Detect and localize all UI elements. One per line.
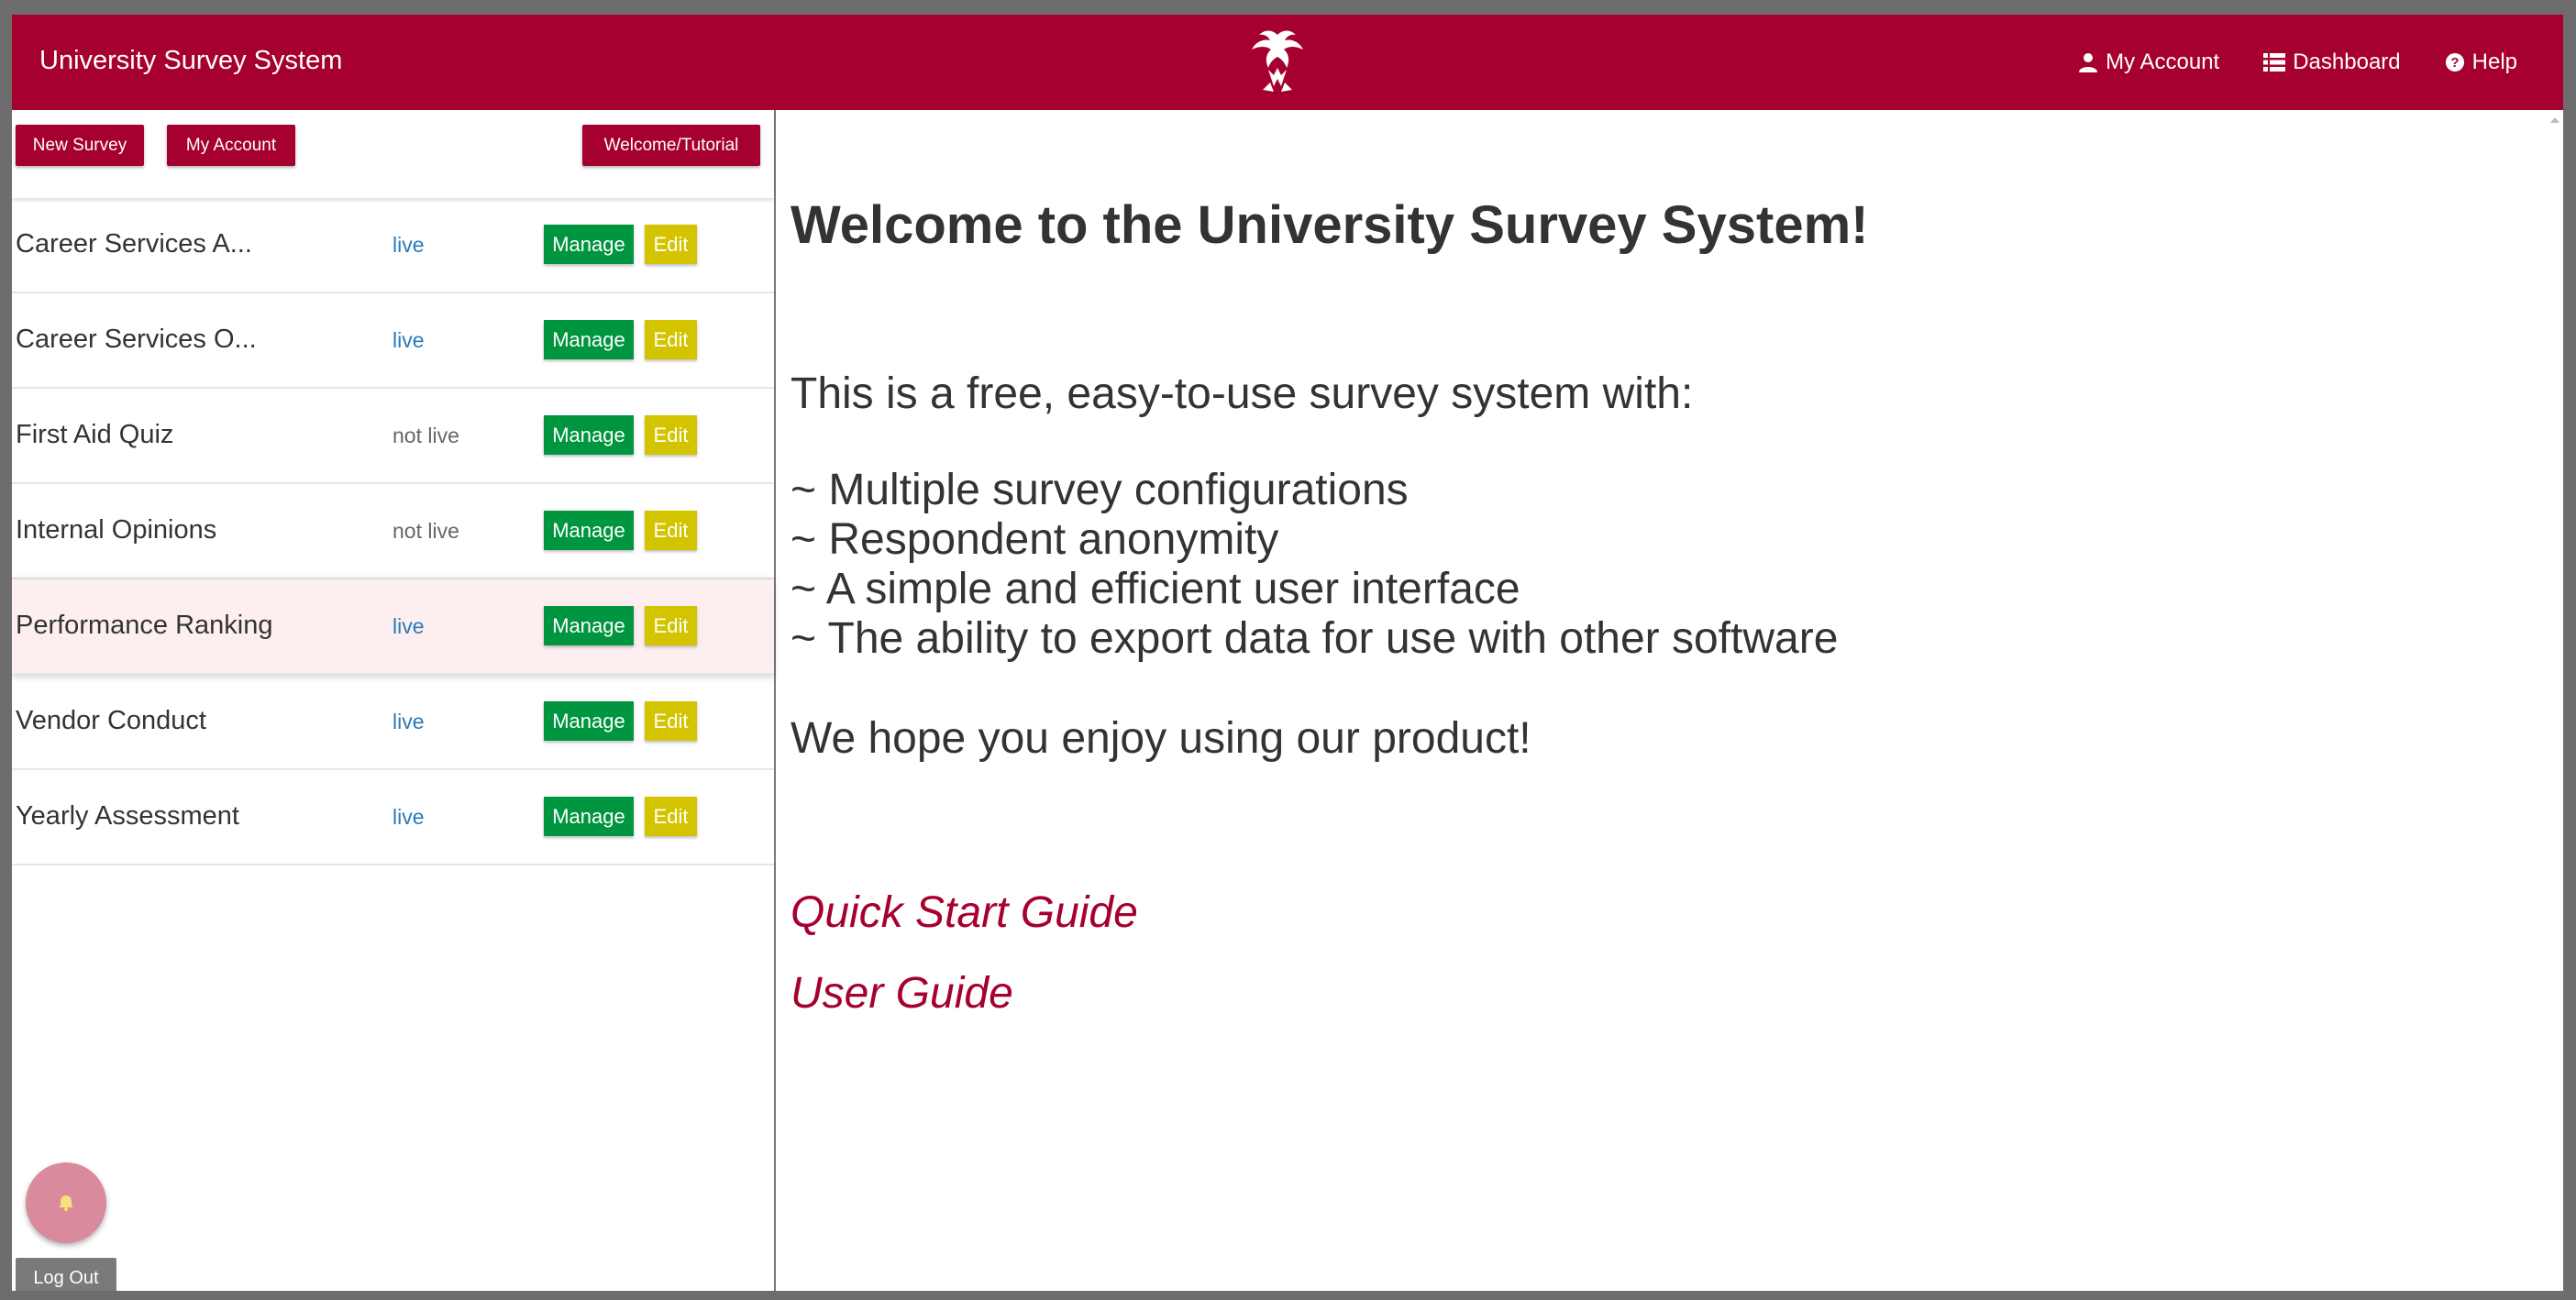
top-nav: My Account Dashboard ? Help [2078, 15, 2517, 110]
survey-status: live [392, 233, 425, 257]
survey-name[interactable]: Career Services A... [16, 229, 252, 259]
welcome-tutorial-button[interactable]: Welcome/Tutorial [582, 125, 760, 166]
manage-button[interactable]: Manage [544, 320, 634, 359]
notifications-button[interactable] [26, 1162, 106, 1243]
nav-my-account[interactable]: My Account [2078, 50, 2219, 75]
feature-item: ~ Respondent anonymity [790, 515, 1279, 564]
user-guide-link[interactable]: User Guide [790, 968, 1013, 1019]
manage-button[interactable]: Manage [544, 415, 634, 455]
survey-row[interactable]: Internal Opinions not live Manage Edit [12, 484, 774, 579]
survey-status: live [392, 328, 425, 352]
svg-text:?: ? [2450, 55, 2459, 71]
brand-title[interactable]: University Survey System [39, 46, 342, 76]
new-survey-button[interactable]: New Survey [16, 125, 144, 166]
page-title: Welcome to the University Survey System! [790, 195, 1869, 255]
survey-row[interactable]: First Aid Quiz not live Manage Edit [12, 389, 774, 484]
nav-help-label: Help [2471, 50, 2517, 74]
nav-my-account-label: My Account [2106, 50, 2220, 74]
user-icon [2079, 53, 2098, 72]
survey-row[interactable]: Career Services O... live Manage Edit [12, 293, 774, 389]
survey-name[interactable]: Career Services O... [16, 325, 257, 355]
manage-button[interactable]: Manage [544, 511, 634, 550]
manage-button[interactable]: Manage [544, 225, 634, 264]
feature-item: ~ Multiple survey configurations [790, 466, 1409, 514]
edit-button[interactable]: Edit [645, 320, 697, 359]
intro-text: This is a free, easy-to-use survey syste… [790, 369, 1694, 418]
survey-row[interactable]: Vendor Conduct live Manage Edit [12, 675, 774, 770]
top-navbar: University Survey System My Account Dash… [12, 15, 2563, 110]
app-window: University Survey System My Account Dash… [12, 15, 2563, 1291]
feature-list: ~ Multiple survey configurations ~ Respo… [790, 466, 1838, 664]
manage-button[interactable]: Manage [544, 606, 634, 645]
quick-start-guide-link[interactable]: Quick Start Guide [790, 887, 1138, 938]
edit-button[interactable]: Edit [645, 511, 697, 550]
edit-button[interactable]: Edit [645, 797, 697, 836]
survey-name[interactable]: First Aid Quiz [16, 420, 173, 450]
survey-name[interactable]: Yearly Assessment [16, 801, 239, 832]
main-content: Welcome to the University Survey System!… [790, 110, 2551, 1291]
survey-status: live [392, 614, 425, 638]
logout-button[interactable]: Log Out [16, 1258, 116, 1291]
survey-name[interactable]: Internal Opinions [16, 515, 216, 545]
nav-dashboard[interactable]: Dashboard [2263, 50, 2401, 75]
edit-button[interactable]: Edit [645, 606, 697, 645]
survey-row-selected[interactable]: Performance Ranking live Manage Edit [12, 579, 774, 675]
nav-dashboard-label: Dashboard [2293, 50, 2401, 74]
survey-list: Career Services A... live Manage Edit Ca… [12, 198, 774, 865]
survey-name[interactable]: Vendor Conduct [16, 706, 206, 736]
edit-button[interactable]: Edit [645, 225, 697, 264]
manage-button[interactable]: Manage [544, 797, 634, 836]
survey-status: not live [392, 424, 459, 447]
edit-button[interactable]: Edit [645, 415, 697, 455]
survey-status: not live [392, 519, 459, 543]
bell-icon [59, 1195, 73, 1211]
my-account-button[interactable]: My Account [167, 125, 295, 166]
edit-button[interactable]: Edit [645, 701, 697, 741]
survey-name[interactable]: Performance Ranking [16, 611, 272, 641]
scrollbar-arrow-icon[interactable] [2547, 110, 2563, 138]
manage-button[interactable]: Manage [544, 701, 634, 741]
feature-item: ~ A simple and efficient user interface [790, 565, 1520, 613]
feature-item: ~ The ability to export data for use wit… [790, 614, 1839, 663]
survey-status: live [392, 805, 425, 829]
list-icon [2263, 53, 2286, 72]
closing-text: We hope you enjoy using our product! [790, 714, 1531, 763]
sidebar-toolbar: New Survey My Account Welcome/Tutorial [12, 110, 774, 198]
nav-help[interactable]: ? Help [2445, 50, 2517, 75]
eagle-logo-icon [1252, 30, 1303, 92]
sidebar: New Survey My Account Welcome/Tutorial C… [12, 110, 776, 1291]
survey-row[interactable]: Yearly Assessment live Manage Edit [12, 770, 774, 865]
survey-row[interactable]: Career Services A... live Manage Edit [12, 198, 774, 293]
question-circle-icon: ? [2445, 53, 2464, 72]
survey-status: live [392, 710, 425, 733]
